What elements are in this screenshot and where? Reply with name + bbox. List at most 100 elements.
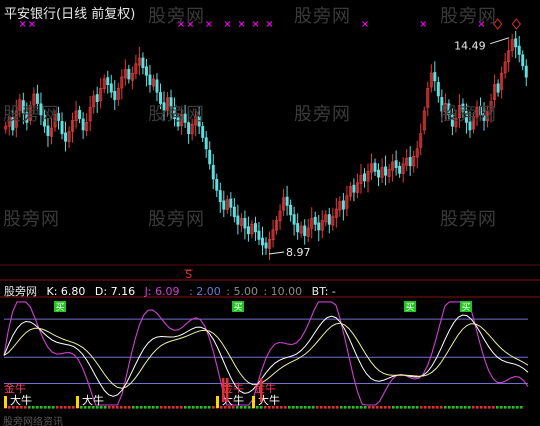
signal-dot (404, 406, 407, 409)
buy-signal-label: 买 (55, 302, 64, 313)
candle-down (264, 242, 268, 249)
chart-title: 平安银行(日线 前复权) (4, 7, 136, 22)
signal-dot (112, 406, 115, 409)
signal-dot (204, 406, 207, 409)
signal-dot (184, 406, 187, 409)
watermark: 股旁网 (3, 209, 60, 230)
signal-dot (40, 406, 43, 409)
signal-dot (424, 406, 427, 409)
signal-dot (508, 406, 511, 409)
red-signal-bar (226, 378, 229, 402)
watermark: 股旁网 (148, 6, 205, 27)
buy-signal-label: 买 (461, 302, 470, 313)
candle-down (46, 125, 50, 136)
signal-dot (156, 406, 159, 409)
signal-dot (280, 406, 283, 409)
bull-label: 大牛 (222, 393, 244, 407)
gold-bull-label: 金牛 (4, 381, 26, 395)
candle-down (292, 214, 296, 225)
candle-down (236, 215, 240, 225)
candle-down (521, 54, 525, 67)
signal-dot (56, 406, 59, 409)
j-value: J: 6.09 (144, 285, 180, 298)
signal-dot (476, 406, 479, 409)
signal-dot (124, 406, 127, 409)
candle-down (327, 214, 331, 225)
signal-dot (168, 406, 171, 409)
d-value: D: 7.16 (94, 285, 136, 298)
candle-down (204, 137, 208, 150)
signal-dot (332, 406, 335, 409)
candle-down (64, 132, 68, 142)
candle-down (341, 200, 345, 210)
candle-down (384, 166, 388, 176)
signal-dot (468, 406, 471, 409)
candle-down (433, 72, 437, 82)
signal-dot (296, 406, 299, 409)
red-signal-bar (222, 378, 225, 402)
low-pointer (268, 251, 285, 255)
signal-dot (516, 406, 519, 409)
candle-down (229, 198, 233, 208)
signal-dot (136, 406, 139, 409)
signal-dot (284, 406, 287, 409)
candle-down (303, 225, 307, 236)
candlestick-series: 14.498.97S (4, 30, 528, 281)
watermark: 股旁网 (294, 6, 351, 27)
indicator-header: 股旁网 K: 6.80 D: 7.16 J: 6.09 : 2.00 : 5.0… (4, 283, 342, 299)
signal-dot (328, 406, 331, 409)
high-label: 14.49 (454, 40, 486, 53)
signal-dot (512, 406, 515, 409)
gold-bull-label: 金牛 (222, 381, 244, 395)
candle-down (144, 66, 148, 76)
signal-dot (316, 406, 319, 409)
d-line (3, 322, 529, 389)
signal-dot (300, 406, 303, 409)
candle-down (408, 157, 412, 167)
signal-dot (388, 406, 391, 409)
signal-dot (380, 406, 383, 409)
bull-bar (76, 396, 79, 408)
signal-dot (176, 406, 179, 409)
bt-label: BT: - (311, 285, 336, 298)
signal-dot (372, 406, 375, 409)
signal-dot (288, 406, 291, 409)
signal-dot (336, 406, 339, 409)
footer-text: 股旁网络资讯 (3, 417, 63, 426)
signal-dot (212, 406, 215, 409)
bull-bar (4, 396, 7, 408)
signal-dot (308, 406, 311, 409)
signal-dot (244, 406, 247, 409)
signal-dot (160, 406, 163, 409)
signal-dot (48, 406, 51, 409)
bull-label: 大牛 (82, 393, 104, 407)
signal-dot (108, 406, 111, 409)
candle-down (106, 77, 110, 86)
candle-down (95, 94, 99, 102)
x-marker (266, 21, 273, 27)
candle-down (208, 149, 212, 165)
signal-dot (32, 406, 35, 409)
candle-down (222, 200, 226, 210)
signal-dot (400, 406, 403, 409)
x-marker (420, 21, 427, 27)
watermark: 股旁网 (440, 104, 497, 125)
signal-dot (172, 406, 175, 409)
signal-dot (148, 406, 151, 409)
signal-dot (376, 406, 379, 409)
candle-down (211, 164, 215, 180)
candle-down (296, 223, 300, 233)
signal-dot (384, 406, 387, 409)
x-marker (19, 21, 26, 27)
candle-down (232, 206, 236, 218)
signal-dot (436, 406, 439, 409)
signal-dot (504, 406, 507, 409)
level-5: : 5.00 (226, 285, 258, 298)
signal-dot (356, 406, 359, 409)
x-marker (252, 21, 259, 27)
watermark: 股旁网 (148, 209, 205, 230)
signal-dot (304, 406, 307, 409)
signal-dot (432, 406, 435, 409)
candle-down (285, 196, 289, 206)
candle-down (201, 126, 205, 138)
